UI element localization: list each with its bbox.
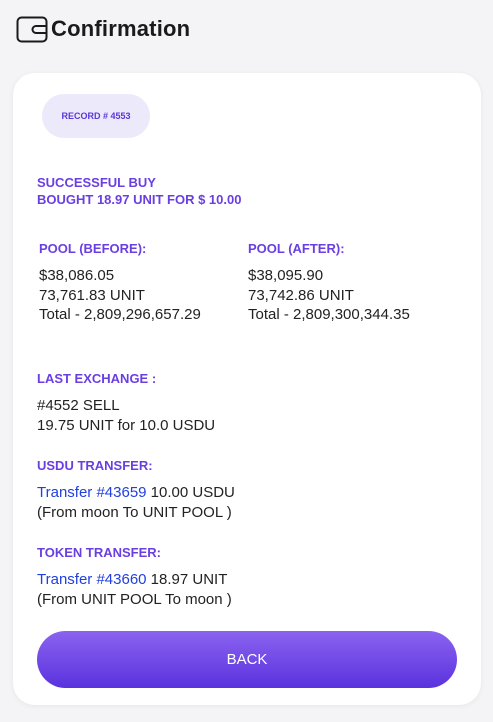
- pool-before-total: Total - 2,809,296,657.29: [39, 306, 201, 323]
- pool-before-heading: POOL (BEFORE):: [39, 241, 147, 256]
- last-exchange-section: LAST EXCHANGE : #4552 SELL 19.75 UNIT fo…: [37, 370, 437, 435]
- token-transfer-amount: 18.97 UNIT: [146, 571, 228, 588]
- pool-before-units: 73,761.83 UNIT: [39, 286, 145, 304]
- pool-after-units: 73,742.86 UNIT: [248, 286, 354, 304]
- page-header: Confirmation: [16, 14, 190, 44]
- token-transfer-section: TOKEN TRANSFER: Transfer #43660 18.97 UN…: [37, 544, 437, 609]
- token-transfer-route: (From UNIT POOL To moon ): [37, 590, 232, 608]
- last-exchange-heading: LAST EXCHANGE :: [37, 371, 157, 386]
- last-exchange-trade: #4552 SELL: [37, 397, 120, 414]
- transaction-status: SUCCESSFUL BUY BOUGHT 18.97 UNIT FOR $ 1…: [37, 174, 241, 208]
- page-title: Confirmation: [51, 16, 191, 41]
- record-badge: RECORD # 4553: [42, 94, 150, 138]
- pool-before-usd: $38,086.05: [39, 267, 115, 284]
- wallet-icon: [16, 16, 48, 43]
- pool-before-section: POOL (BEFORE): $38,086.05 73,761.83 UNIT…: [39, 240, 239, 325]
- pool-after-usd: $38,095.90: [248, 267, 324, 284]
- usdu-transfer-amount: 10.00 USDU: [146, 484, 235, 501]
- usdu-transfer-section: USDU TRANSFER: Transfer #43659 10.00 USD…: [37, 457, 437, 522]
- back-button[interactable]: BACK: [37, 631, 457, 688]
- usdu-transfer-link[interactable]: Transfer #43659: [37, 484, 147, 501]
- confirmation-card: RECORD # 4553 SUCCESSFUL BUY BOUGHT 18.9…: [13, 73, 481, 705]
- pool-after-total: Total - 2,809,300,344.35: [248, 306, 410, 323]
- pool-after-heading: POOL (AFTER):: [248, 241, 345, 256]
- usdu-transfer-route: (From moon To UNIT POOL ): [37, 503, 232, 521]
- pool-after-section: POOL (AFTER): $38,095.90 73,742.86 UNIT …: [248, 240, 468, 325]
- usdu-transfer-heading: USDU TRANSFER:: [37, 458, 153, 473]
- token-transfer-heading: TOKEN TRANSFER:: [37, 545, 161, 560]
- status-detail: BOUGHT 18.97 UNIT FOR $ 10.00: [37, 192, 242, 207]
- token-transfer-link[interactable]: Transfer #43660: [37, 571, 147, 588]
- status-line: SUCCESSFUL BUY: [37, 175, 156, 190]
- last-exchange-detail: 19.75 UNIT for 10.0 USDU: [37, 416, 216, 434]
